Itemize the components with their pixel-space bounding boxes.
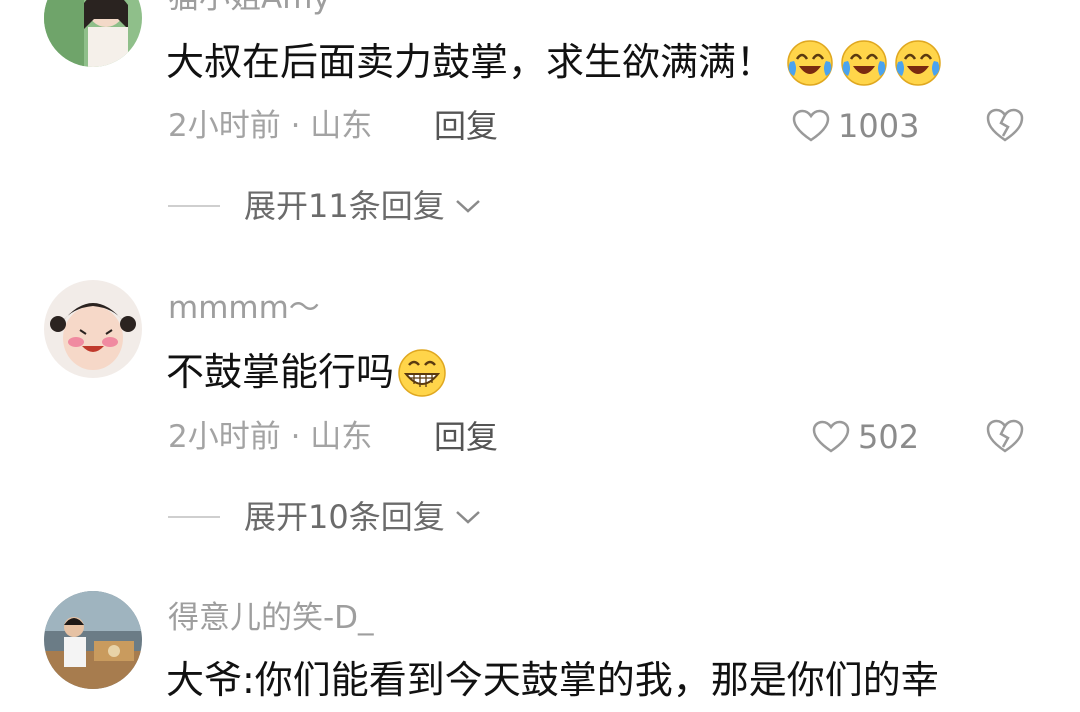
broken-heart-icon[interactable] [986, 417, 1024, 455]
like-count: 502 [858, 418, 920, 456]
heart-icon [812, 420, 850, 453]
comment-text: 不鼓掌能行吗 [166, 350, 395, 394]
comment-text-row: 大叔在后面卖力鼓掌，求生欲满满！ [166, 36, 944, 88]
comment-username[interactable]: mmmm～ [168, 290, 320, 326]
reply-button[interactable]: 回复 [434, 108, 498, 144]
crying-laughing-emoji-icon [787, 40, 833, 86]
comment-meta: 2小时前 · 山东 [168, 108, 373, 144]
expand-replies-label: 展开11条回复 [244, 187, 445, 225]
comment-username[interactable]: 猫小姐Amy [168, 0, 331, 16]
avatar[interactable] [44, 280, 142, 378]
comment-text-row: 大爷:你们能看到今天鼓掌的我，那是你们的幸 [166, 657, 939, 703]
crying-laughing-emoji-icon [895, 40, 941, 86]
comment-text-row: 不鼓掌能行吗 [166, 346, 448, 398]
grin-emoji-icon [398, 349, 446, 397]
like-button[interactable]: 1003 [792, 108, 919, 144]
crying-laughing-emoji-icon [841, 40, 887, 86]
comment-text: 大叔在后面卖力鼓掌，求生欲满满！ [166, 40, 775, 84]
like-count: 1003 [838, 107, 920, 145]
heart-icon [792, 109, 830, 142]
comment-meta: 2小时前 · 山东 [168, 419, 373, 455]
reply-button[interactable]: 回复 [434, 419, 498, 455]
avatar[interactable] [44, 0, 142, 67]
avatar[interactable] [44, 591, 142, 689]
expand-replies-label: 展开10条回复 [244, 498, 445, 536]
expand-replies-button[interactable]: 展开11条回复 [168, 188, 483, 224]
divider [168, 205, 220, 207]
broken-heart-icon[interactable] [986, 106, 1024, 144]
comment-text: 大爷:你们能看到今天鼓掌的我，那是你们的幸 [166, 658, 939, 702]
like-button[interactable]: 502 [812, 419, 919, 455]
expand-replies-button[interactable]: 展开10条回复 [168, 499, 483, 535]
divider [168, 516, 220, 518]
chevron-down-icon [455, 200, 480, 213]
chevron-down-icon [455, 511, 480, 524]
comment-username[interactable]: 得意儿的笑-D_ [168, 600, 374, 636]
